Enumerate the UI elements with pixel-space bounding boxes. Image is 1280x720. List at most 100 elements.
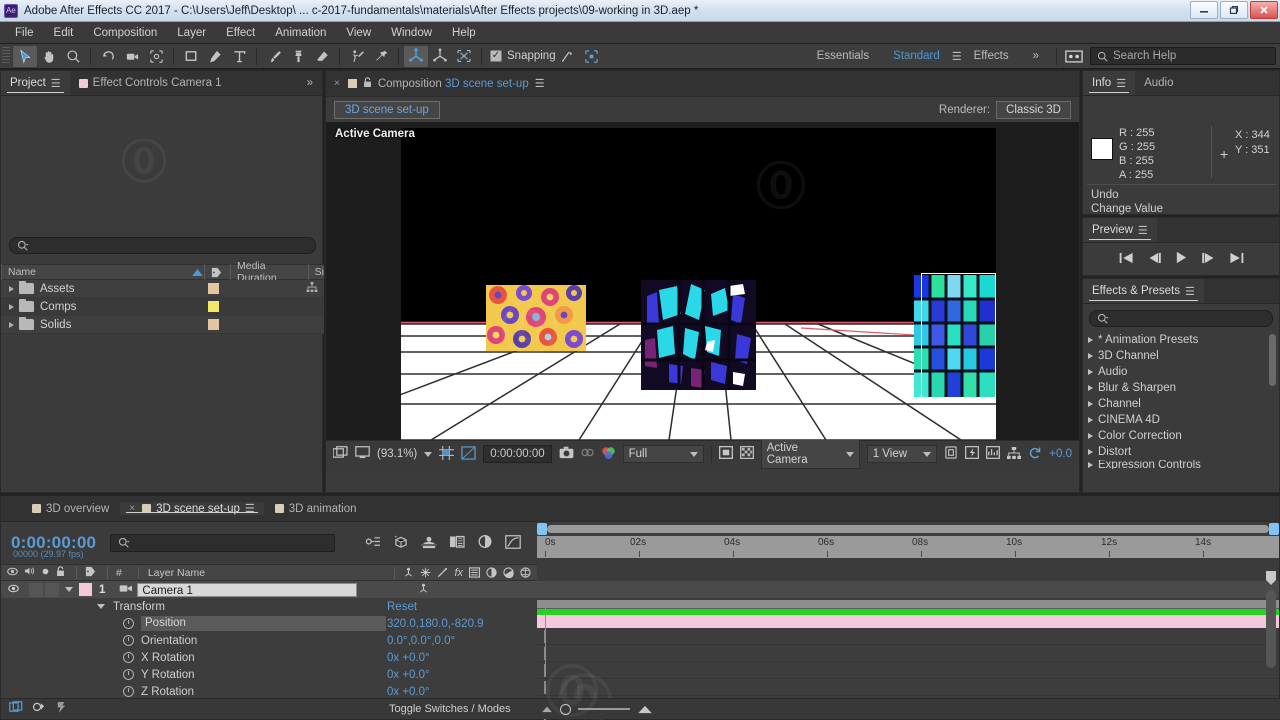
menu-window[interactable]: Window bbox=[382, 24, 441, 42]
layer-selection-box[interactable] bbox=[921, 273, 996, 398]
resolution-dropdown[interactable]: Full bbox=[622, 445, 704, 463]
viewer-timecode[interactable]: 0:00:00:00 bbox=[483, 445, 552, 463]
menu-animation[interactable]: Animation bbox=[266, 24, 335, 42]
timeline-vertical-scrollbar[interactable] bbox=[1266, 590, 1276, 668]
property-value[interactable]: 0x +0.0° bbox=[387, 669, 430, 681]
reset-exposure-icon[interactable] bbox=[1028, 446, 1042, 463]
draft-3d-icon[interactable] bbox=[393, 534, 409, 552]
monitor-icon[interactable] bbox=[355, 446, 370, 462]
list-item[interactable]: Expression Controls bbox=[1083, 460, 1279, 469]
toggle-switches-modes-label[interactable]: Toggle Switches / Modes bbox=[389, 703, 511, 715]
restore-button[interactable] bbox=[1220, 1, 1248, 19]
tab-effect-controls[interactable]: Effect Controls Camera 1 bbox=[69, 71, 231, 95]
menu-file[interactable]: File bbox=[6, 24, 43, 42]
property-value[interactable]: 0x +0.0° bbox=[387, 686, 430, 698]
snapping-checkbox[interactable]: ✓ bbox=[490, 50, 502, 62]
solo-switch-icon[interactable] bbox=[41, 567, 50, 579]
workspace-menu-icon[interactable]: ☰ bbox=[952, 50, 962, 63]
hide-shy-layers-icon[interactable] bbox=[421, 535, 438, 552]
last-frame-icon[interactable] bbox=[1229, 252, 1244, 267]
workspace-settings-icon[interactable] bbox=[1062, 46, 1086, 67]
workspace-standard[interactable]: Standard bbox=[881, 47, 952, 65]
zoom-tool-icon[interactable] bbox=[61, 46, 85, 67]
transform-reset-link[interactable]: Reset bbox=[387, 601, 417, 613]
column-index[interactable]: # bbox=[107, 566, 122, 579]
graph-editor-footer-icon[interactable] bbox=[55, 701, 67, 717]
enable-frame-blending-icon[interactable] bbox=[449, 535, 465, 552]
tab-effects-presets[interactable]: Effects & Presets ☰ bbox=[1083, 279, 1204, 303]
clone-stamp-tool-icon[interactable] bbox=[286, 46, 310, 67]
disclosure-triangle-icon[interactable] bbox=[1088, 461, 1093, 468]
sort-ascending-icon[interactable] bbox=[190, 268, 204, 276]
composition-viewport[interactable]: Active Camera bbox=[326, 122, 1079, 440]
channel-rgb-icon[interactable] bbox=[601, 446, 616, 463]
label-color-chip[interactable] bbox=[208, 301, 219, 312]
take-snapshot-icon[interactable] bbox=[559, 446, 574, 462]
list-item[interactable]: Comps bbox=[1, 298, 324, 316]
camera-tool-icon[interactable] bbox=[120, 46, 144, 67]
lock-switch-icon[interactable] bbox=[56, 565, 65, 580]
unified-camera-tool-icon[interactable] bbox=[404, 45, 428, 67]
disclosure-triangle-icon[interactable] bbox=[9, 285, 14, 292]
menu-help[interactable]: Help bbox=[443, 24, 485, 42]
disclosure-triangle-icon[interactable] bbox=[9, 303, 14, 310]
composition-panel-menu-icon[interactable]: ☰ bbox=[535, 77, 545, 90]
property-value[interactable]: 0x +0.0° bbox=[387, 652, 430, 664]
view-layout-dropdown[interactable]: 1 View bbox=[866, 445, 938, 463]
workspace-essentials[interactable]: Essentials bbox=[805, 47, 881, 65]
orbit-camera-tool-icon[interactable] bbox=[428, 46, 452, 67]
work-area-start-handle[interactable] bbox=[537, 523, 547, 535]
minimize-button[interactable] bbox=[1190, 1, 1218, 19]
roto-brush-tool-icon[interactable] bbox=[345, 46, 369, 67]
enable-motion-blur-icon[interactable] bbox=[477, 534, 493, 552]
workspace-overflow[interactable]: » bbox=[1021, 47, 1051, 65]
zoom-slider[interactable] bbox=[541, 703, 653, 715]
list-item[interactable]: * Animation Presets bbox=[1083, 332, 1279, 348]
hand-tool-icon[interactable] bbox=[37, 46, 61, 67]
layer-audio-cell[interactable] bbox=[29, 582, 43, 597]
playhead[interactable] bbox=[545, 600, 546, 677]
list-item[interactable]: Channel bbox=[1083, 396, 1279, 412]
list-item[interactable]: 3D Channel bbox=[1083, 348, 1279, 364]
timeline-nav-up-icon[interactable] bbox=[1265, 570, 1277, 586]
snap-vertex-icon[interactable] bbox=[556, 46, 580, 67]
property-value[interactable]: 320.0,180.0,-820.9 bbox=[387, 618, 484, 630]
disclosure-triangle-icon[interactable] bbox=[1088, 369, 1093, 375]
workspace-effects[interactable]: Effects bbox=[962, 47, 1021, 65]
zoom-slider-track[interactable] bbox=[578, 708, 630, 710]
close-tab-icon[interactable]: × bbox=[129, 503, 135, 514]
layer-duration-bar[interactable] bbox=[537, 615, 1279, 628]
disclosure-triangle-icon[interactable] bbox=[1088, 385, 1093, 391]
zoom-level-value[interactable]: (93.1%) bbox=[377, 448, 417, 460]
tab-project[interactable]: Project ☰ bbox=[1, 71, 70, 95]
project-panel-menu-icon[interactable]: ☰ bbox=[51, 77, 61, 90]
effects-panel-menu-icon[interactable]: ☰ bbox=[1185, 285, 1195, 298]
x-rotation-stopwatch-icon[interactable] bbox=[123, 652, 134, 663]
work-area-track[interactable] bbox=[547, 525, 1269, 533]
list-item[interactable]: Color Correction bbox=[1083, 428, 1279, 444]
snap-bounding-box-icon[interactable] bbox=[580, 46, 604, 67]
lock-icon[interactable] bbox=[363, 76, 372, 91]
list-item[interactable]: Audio bbox=[1083, 364, 1279, 380]
menu-view[interactable]: View bbox=[337, 24, 380, 42]
effects-search-input[interactable] bbox=[1089, 310, 1273, 327]
disclosure-triangle-icon[interactable] bbox=[1088, 337, 1093, 343]
y-rotation-stopwatch-icon[interactable] bbox=[123, 669, 134, 680]
shape-tool-icon[interactable] bbox=[179, 46, 203, 67]
close-button[interactable] bbox=[1250, 1, 1278, 19]
disclosure-triangle-icon[interactable] bbox=[9, 321, 14, 328]
fast-previews-icon[interactable] bbox=[965, 446, 980, 462]
column-size[interactable]: Si bbox=[307, 264, 324, 280]
work-area-bar[interactable] bbox=[537, 522, 1279, 536]
menu-composition[interactable]: Composition bbox=[84, 24, 166, 42]
audio-switch-icon[interactable] bbox=[24, 566, 35, 579]
table-row[interactable]: 1 Camera 1 bbox=[1, 581, 1279, 598]
pixel-aspect-correction-icon[interactable] bbox=[944, 446, 958, 462]
toggle-switches-modes-icon[interactable] bbox=[32, 701, 46, 717]
orientation-stopwatch-icon[interactable] bbox=[123, 635, 134, 646]
menu-edit[interactable]: Edit bbox=[45, 24, 83, 42]
timeline-work-area-strip[interactable] bbox=[537, 600, 1279, 609]
show-snapshot-icon[interactable] bbox=[581, 446, 594, 462]
timeline-search-input[interactable] bbox=[110, 534, 336, 552]
label-color-chip[interactable] bbox=[208, 283, 219, 294]
